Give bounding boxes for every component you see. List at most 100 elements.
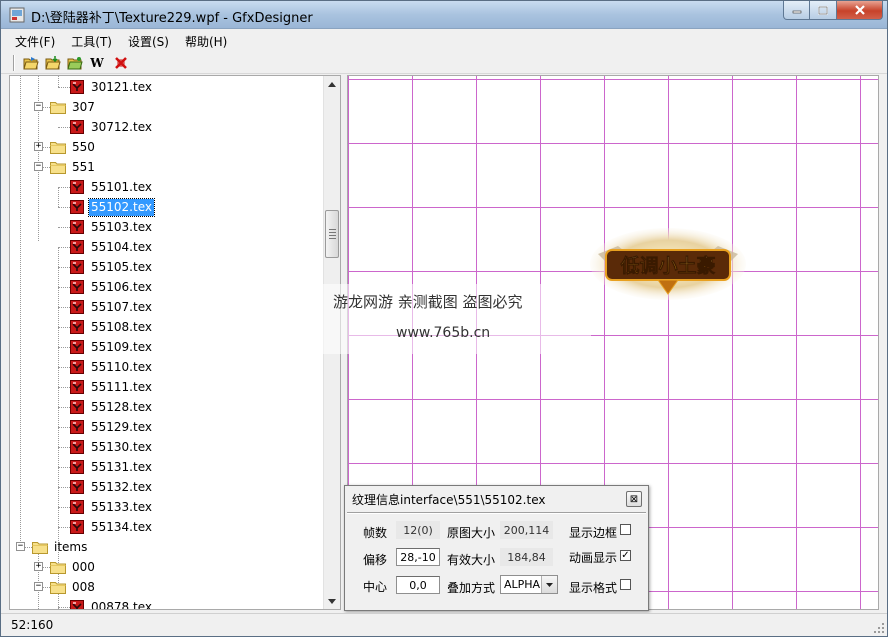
import-button[interactable] (43, 54, 63, 72)
collapse-icon[interactable]: − (16, 542, 25, 551)
tree-file-node[interactable]: 55110.tex (70, 357, 154, 377)
collapse-icon[interactable]: − (34, 582, 43, 591)
texture-file-icon (70, 320, 84, 334)
tree-node-label: 55106.tex (91, 279, 152, 294)
tree-connector (58, 287, 70, 288)
tree-file-node[interactable]: 55128.tex (70, 397, 154, 417)
resize-grip-icon[interactable] (873, 622, 885, 634)
dialog-title: 纹理信息interface\551\55102.tex (352, 493, 546, 507)
close-icon (854, 5, 865, 15)
folder-icon (50, 101, 66, 114)
menu-settings[interactable]: 设置(S) (120, 30, 177, 51)
tree-file-node[interactable]: 55130.tex (70, 437, 154, 457)
folder-icon (50, 561, 66, 574)
collapse-icon[interactable]: − (34, 162, 43, 171)
show-grid-checkbox[interactable] (620, 579, 631, 590)
tree-connector (58, 387, 70, 388)
tree-folder-node[interactable]: 000 (50, 557, 97, 577)
dialog-close-button[interactable]: ⊠ (626, 491, 642, 507)
tree-node-label: 55133.tex (91, 499, 152, 514)
animate-checkbox[interactable]: ✓ (620, 550, 631, 561)
tree-file-node[interactable]: 30121.tex (70, 77, 154, 97)
texture-tree[interactable]: 30121.tex − 307 30712.tex +550 − 551 55101.tex 5… (9, 75, 341, 610)
tree-file-node[interactable]: 55107.tex (70, 297, 154, 317)
tree-file-node[interactable]: 55132.tex (70, 477, 154, 497)
texture-info-dialog: 纹理信息interface\551\55102.tex ⊠ 帧数 12(0) 原… (344, 485, 649, 611)
texture-file-icon (70, 260, 84, 274)
tree-file-node[interactable]: 55109.tex (70, 337, 154, 357)
expand-icon[interactable]: + (34, 562, 43, 571)
tree-connector (58, 127, 70, 128)
tree-scrollbar[interactable] (323, 76, 340, 609)
tree-file-node[interactable]: 55106.tex (70, 277, 154, 297)
tree-node-label: 00878.tex (91, 599, 152, 610)
import-folder-icon (45, 56, 61, 70)
tree-node-label: 55102.tex (88, 197, 155, 217)
arrow-up-icon (328, 81, 336, 87)
tree-file-node[interactable]: 30712.tex (70, 117, 154, 137)
tree-node-label: 55128.tex (91, 399, 152, 414)
texture-file-icon (70, 280, 84, 294)
tree-folder-node[interactable]: 008 (50, 577, 97, 597)
window-title: D:\登陆器补丁\Texture229.wpf - GfxDesigner (31, 11, 313, 26)
save-button[interactable] (65, 54, 85, 72)
menu-file[interactable]: 文件(F) (7, 30, 63, 51)
scroll-thumb[interactable] (325, 210, 339, 258)
expand-icon[interactable]: + (34, 142, 43, 151)
tree-folder-node[interactable]: items (32, 537, 89, 557)
tree-file-node[interactable]: 00878.tex (70, 597, 154, 610)
tree-file-node[interactable]: 55105.tex (70, 257, 154, 277)
open-button[interactable] (21, 54, 41, 72)
tree-folder-node[interactable]: 307 (50, 97, 97, 117)
tree-node-label: 30121.tex (91, 79, 152, 94)
minimize-button[interactable] (783, 1, 810, 20)
show-grid-label: 显示格式 (569, 581, 618, 595)
blend-dropdown-button[interactable] (541, 576, 557, 593)
tree-connector (58, 467, 70, 468)
animate-label: 动画显示 (569, 551, 618, 565)
center-input[interactable]: 0,0 (396, 576, 440, 594)
texture-file-icon (70, 440, 84, 454)
collapse-icon[interactable]: − (34, 102, 43, 111)
w-button[interactable]: W (87, 54, 107, 72)
tree-node-label: 55107.tex (91, 299, 152, 314)
tree-file-node[interactable]: 55101.tex (70, 177, 154, 197)
tree-node-label: 55109.tex (91, 339, 152, 354)
delete-button[interactable] (111, 54, 131, 72)
tree-file-node[interactable]: 55104.tex (70, 237, 154, 257)
tree-file-node[interactable]: 55102.tex (70, 197, 155, 217)
tree-file-node[interactable]: 55131.tex (70, 457, 154, 477)
tree-node-label: 55110.tex (91, 359, 152, 374)
app-icon (9, 7, 25, 23)
texture-file-icon (70, 360, 84, 374)
folder-icon (50, 161, 66, 174)
menu-bar: 文件(F) 工具(T) 设置(S) 帮助(H) (1, 30, 887, 51)
tree-file-node[interactable]: 55134.tex (70, 517, 154, 537)
tree-file-node[interactable]: 55111.tex (70, 377, 154, 397)
texture-file-icon (70, 80, 84, 94)
menu-tools[interactable]: 工具(T) (63, 30, 120, 51)
open-folder-icon (23, 57, 39, 70)
maximize-button[interactable] (810, 1, 837, 20)
tree-folder-node[interactable]: 551 (50, 157, 97, 177)
tree-folder-node[interactable]: 550 (50, 137, 97, 157)
scroll-down-button[interactable] (324, 593, 340, 609)
scroll-up-button[interactable] (324, 76, 340, 92)
tree-file-node[interactable]: 55133.tex (70, 497, 154, 517)
texture-file-icon (70, 340, 84, 354)
offset-input[interactable]: 28,-10 (396, 548, 440, 566)
blend-select[interactable]: ALPHA (500, 575, 558, 594)
close-button[interactable] (837, 1, 883, 20)
tree-file-node[interactable]: 55103.tex (70, 217, 154, 237)
tree-file-node[interactable]: 55108.tex (70, 317, 154, 337)
title-bar[interactable]: D:\登陆器补丁\Texture229.wpf - GfxDesigner (1, 1, 887, 29)
tree-node-label: items (54, 539, 88, 554)
frames-label: 帧数 (363, 526, 388, 540)
tree-connector (58, 267, 70, 268)
tree-file-node[interactable]: 55129.tex (70, 417, 154, 437)
texture-file-icon (70, 220, 84, 234)
show-border-checkbox[interactable] (620, 524, 631, 535)
tree-connector (58, 327, 70, 328)
frames-value: 12(0) (396, 521, 440, 539)
menu-help[interactable]: 帮助(H) (177, 30, 235, 51)
